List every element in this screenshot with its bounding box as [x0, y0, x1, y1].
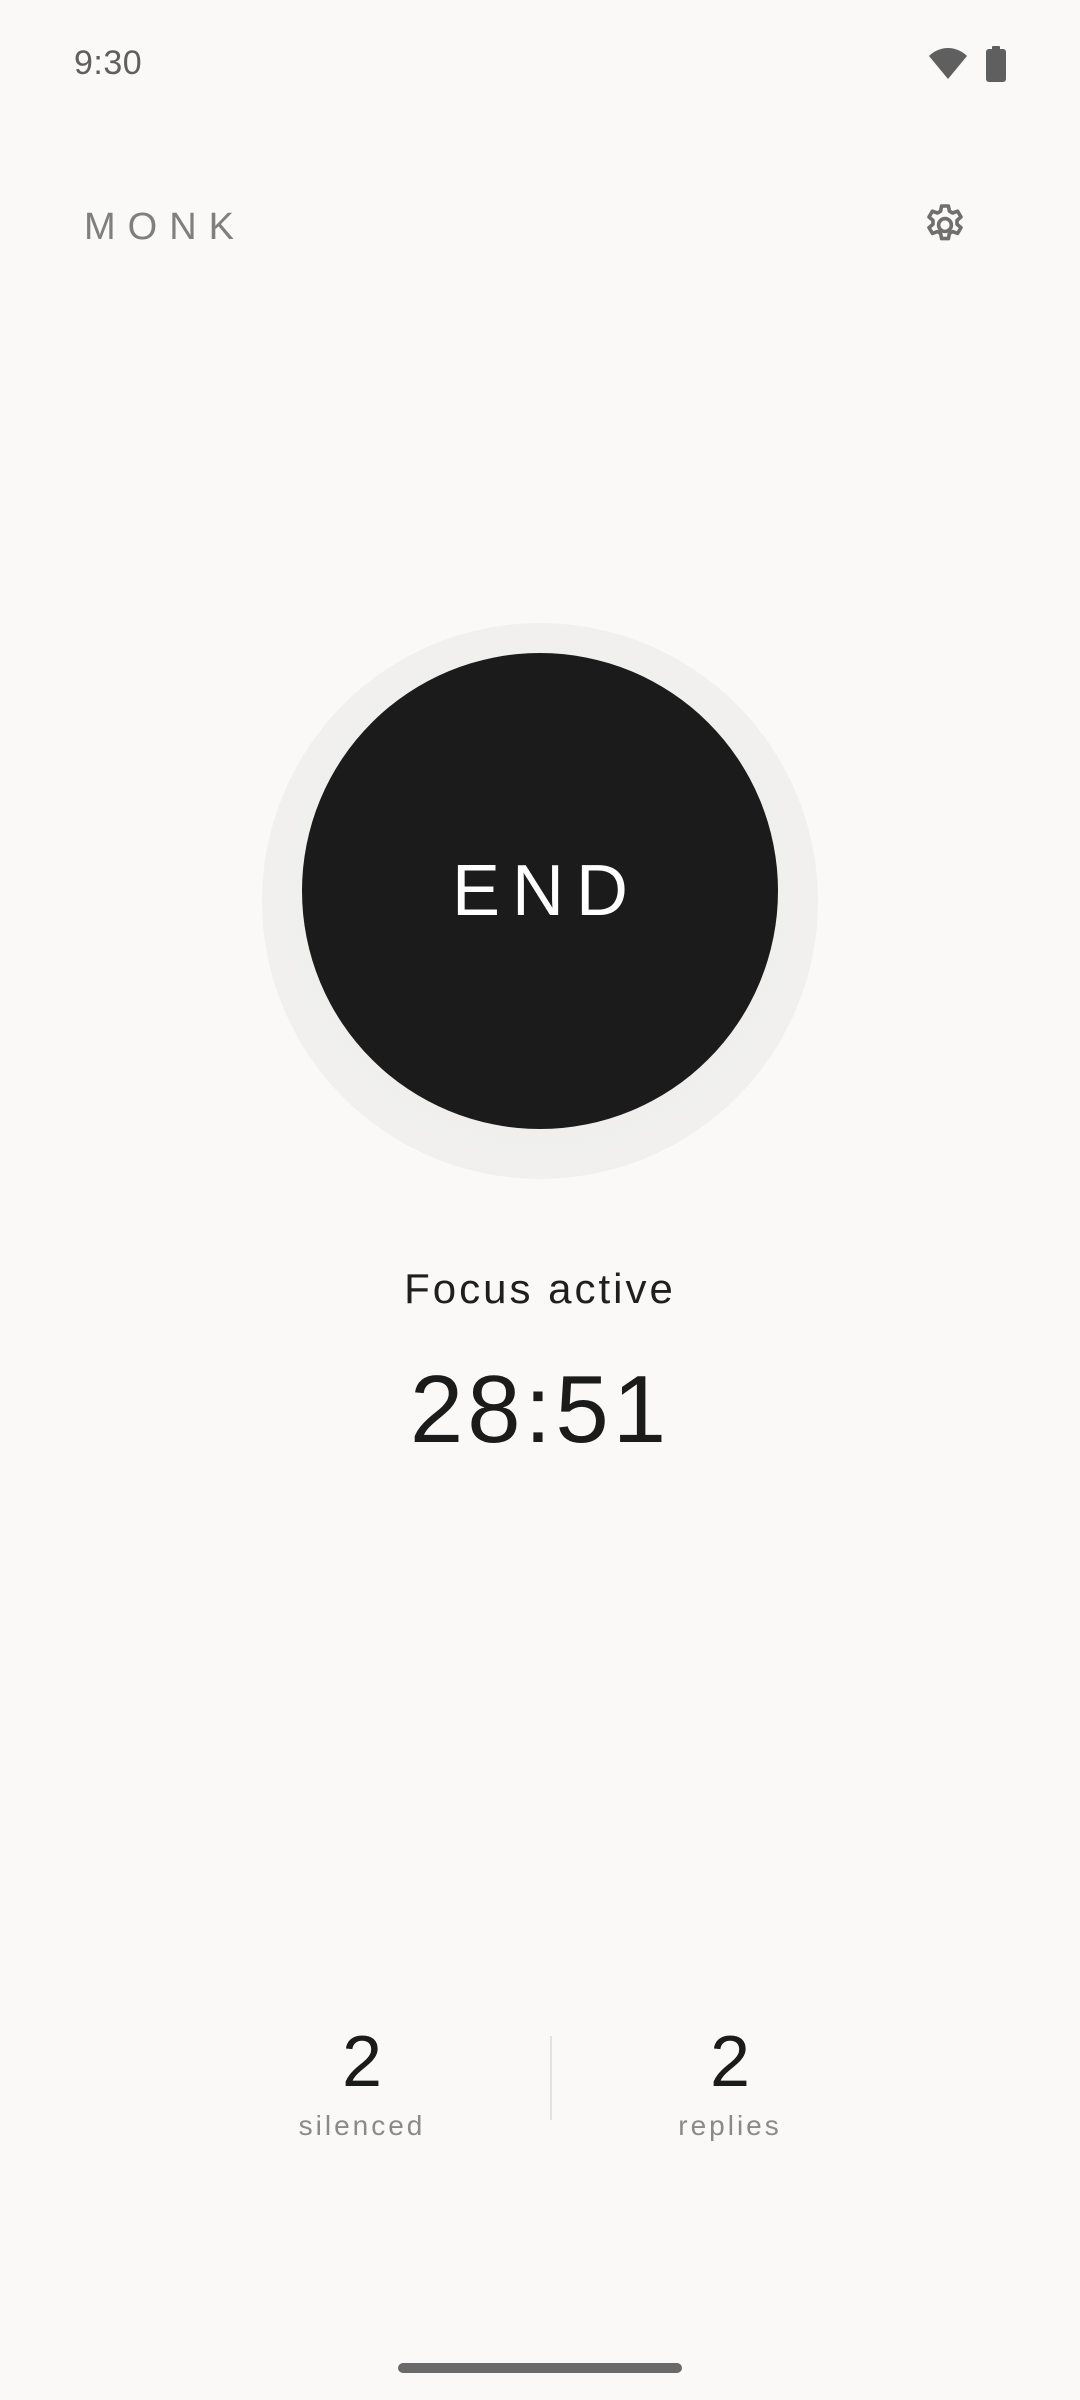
battery-icon	[986, 46, 1006, 82]
wifi-icon	[928, 47, 968, 81]
settings-button[interactable]	[910, 198, 980, 256]
focus-status: Focus active	[404, 1265, 676, 1312]
silenced-count: 2	[341, 2022, 383, 2102]
app-title: MONK	[84, 206, 246, 248]
replies-count: 2	[709, 2022, 751, 2102]
stats-divider	[550, 2036, 552, 2120]
focus-timer: 28:51	[409, 1356, 671, 1463]
status-time: 9:30	[74, 44, 143, 82]
end-button-label: END	[451, 851, 640, 931]
end-focus-button[interactable]: END	[302, 653, 778, 1129]
status-bar: 9:30	[0, 0, 1080, 130]
silenced-label: silenced	[298, 2110, 426, 2141]
replies-label: replies	[678, 2110, 782, 2141]
silenced-stat: 2 silenced	[242, 2020, 482, 2142]
home-indicator[interactable]	[398, 2363, 682, 2373]
status-icons	[928, 46, 1006, 82]
gear-icon	[921, 201, 969, 254]
replies-stat: 2 replies	[610, 2020, 850, 2142]
